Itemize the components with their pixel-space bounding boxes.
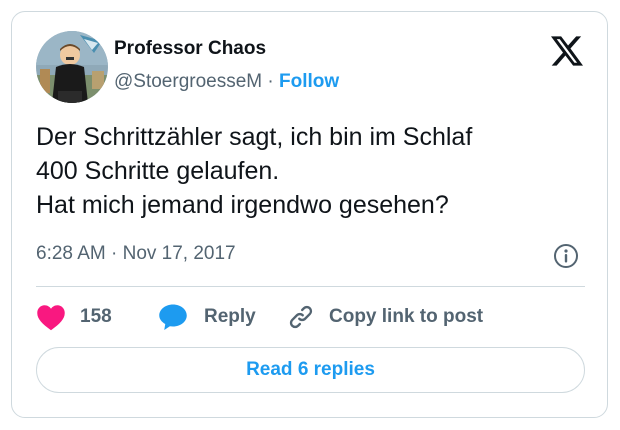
tweet-card: Professor Chaos @StoergroesseM · Follow … <box>11 11 608 418</box>
author-handle[interactable]: @StoergroesseM <box>114 71 262 92</box>
tweet-timestamp[interactable]: 6:28 AM · Nov 17, 2017 <box>36 243 236 265</box>
like-button[interactable]: 158 <box>36 299 112 335</box>
follow-link[interactable]: Follow <box>279 71 339 92</box>
avatar[interactable] <box>36 31 108 103</box>
copy-link-button[interactable]: Copy link to post <box>287 299 483 335</box>
tweet-text: Der Schrittzähler sagt, ich bin im Schla… <box>36 120 586 222</box>
reply-label: Reply <box>204 306 256 327</box>
link-icon <box>289 305 313 329</box>
tweet-text-line: 400 Schritte gelaufen. <box>36 157 280 185</box>
handle-separator: · <box>262 71 280 92</box>
x-logo-icon[interactable] <box>551 36 583 66</box>
reply-button[interactable]: Reply <box>158 299 256 335</box>
likes-count: 158 <box>80 306 112 327</box>
author-name[interactable]: Professor Chaos <box>114 38 266 60</box>
avatar-image <box>36 31 108 103</box>
copy-link-label: Copy link to post <box>329 306 484 327</box>
info-icon[interactable] <box>553 243 579 269</box>
tweet-text-line: Der Schrittzähler sagt, ich bin im Schla… <box>36 123 473 151</box>
speech-bubble-icon <box>159 304 187 330</box>
divider <box>36 286 585 287</box>
heart-icon <box>37 305 65 331</box>
author-handle-row: @StoergroesseM · Follow <box>114 71 339 93</box>
read-replies-button[interactable]: Read 6 replies <box>36 347 585 393</box>
tweet-text-line: Hat mich jemand irgendwo gesehen? <box>36 191 449 219</box>
